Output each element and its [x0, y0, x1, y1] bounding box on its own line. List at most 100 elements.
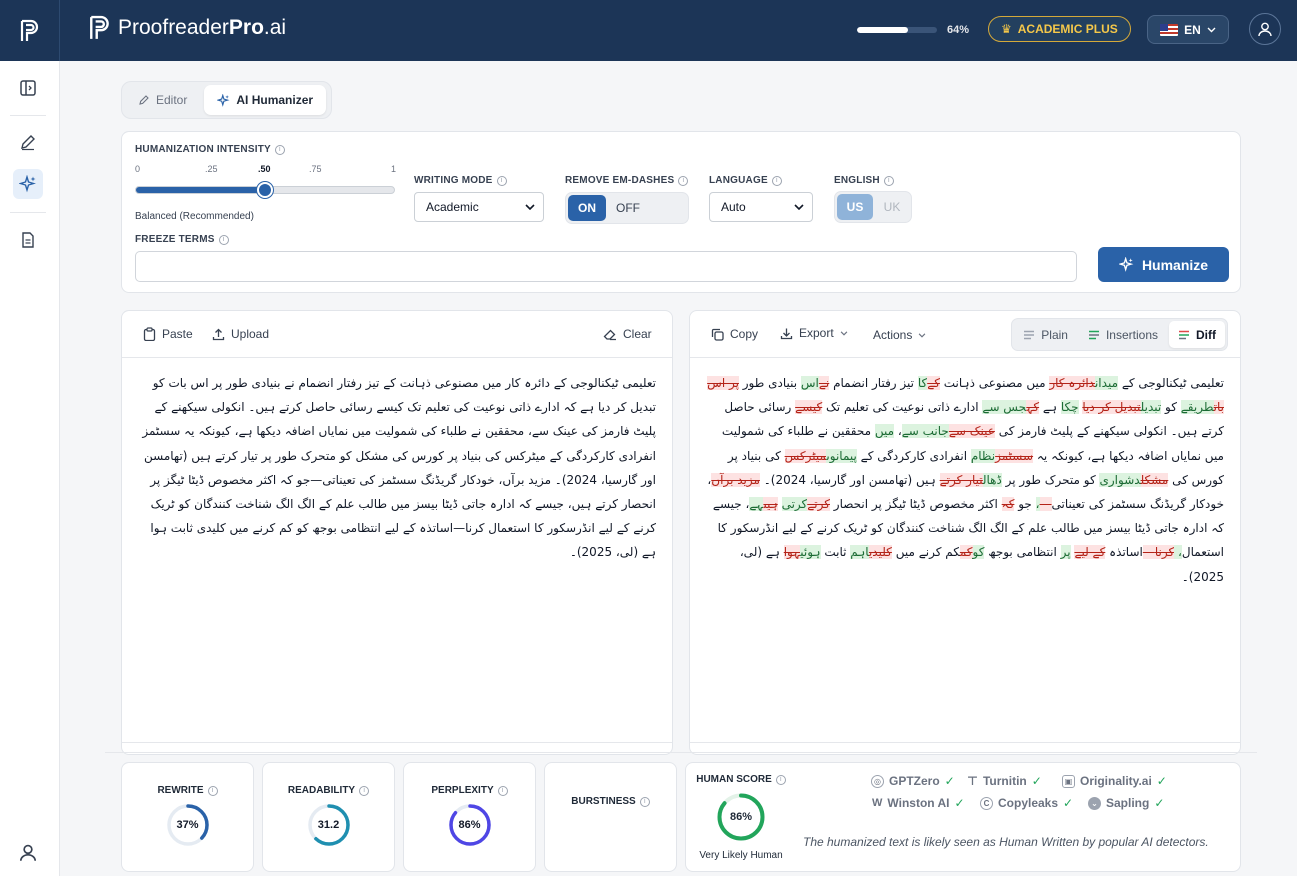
intensity-slider[interactable]	[135, 182, 395, 198]
diff-unchanged: ثابت	[820, 545, 851, 560]
info-icon[interactable]: i	[497, 785, 508, 796]
user-icon	[19, 844, 37, 861]
info-icon[interactable]: i	[274, 144, 285, 155]
freeze-terms-input[interactable]	[135, 251, 1077, 282]
export-label: Export	[799, 326, 834, 340]
account-button[interactable]	[1249, 13, 1281, 45]
diff-insertion: پر	[1060, 545, 1071, 560]
diff-deletion: مزید برآں	[711, 472, 760, 487]
actions-button[interactable]: Actions	[873, 328, 926, 342]
humanize-button[interactable]: Humanize	[1098, 247, 1229, 282]
diff-insertion: کا	[917, 376, 928, 390]
rail-profile-button[interactable]	[13, 838, 43, 868]
mode-tabs: Editor AI Humanizer	[121, 81, 332, 119]
tab-editor[interactable]: Editor	[125, 85, 200, 115]
toggle-sidebar-button[interactable]	[13, 73, 43, 103]
rail-divider	[10, 212, 46, 213]
paste-button[interactable]: Paste	[143, 327, 193, 341]
upload-icon	[212, 328, 225, 340]
tab-label: AI Humanizer	[236, 93, 314, 107]
diff-lines-icon	[1179, 330, 1189, 339]
em-dash-off[interactable]: OFF	[608, 195, 648, 221]
writing-mode-select[interactable]: Academic	[414, 192, 544, 222]
input-text[interactable]: تعلیمی ٹیکنالوجی کے دائرہ کار میں مصنوعی…	[122, 359, 672, 744]
output-diff-text[interactable]: تعلیمی ٹیکنالوجی کے میداندائرہ کار میں م…	[690, 359, 1240, 744]
diff-unchanged: کم کرنے میں	[891, 545, 960, 560]
rail-documents-button[interactable]	[13, 225, 43, 255]
diff-insertion: جس سے	[982, 400, 1027, 415]
tab-label: Editor	[156, 93, 188, 107]
em-dash-toggle[interactable]: ON OFF	[565, 192, 689, 224]
rail-humanizer-button[interactable]	[13, 169, 43, 199]
diff-deletion: —	[1039, 497, 1052, 512]
diff-unchanged: جو	[1014, 497, 1036, 512]
brand-logo[interactable]: ProofreaderPro.ai	[88, 14, 286, 42]
diff-insertion: ہے	[749, 497, 764, 512]
rewrite-value: 37%	[176, 819, 199, 831]
intensity-label: HUMANIZATION INTENSITY i	[135, 144, 285, 155]
plan-badge[interactable]: ♛ ACADEMIC PLUS	[988, 16, 1131, 42]
info-icon[interactable]: i	[207, 785, 218, 796]
human-score-value: 86%	[729, 811, 753, 823]
metric-title: PERPLEXITY i	[404, 785, 535, 796]
diff-insertion: ،	[1174, 545, 1182, 560]
diff-insertion: کو	[972, 545, 985, 560]
upload-button[interactable]: Upload	[212, 327, 269, 341]
info-icon[interactable]: i	[678, 175, 689, 186]
info-icon[interactable]: i	[883, 175, 894, 186]
detector-winston: W Winston AI ✓	[872, 796, 965, 810]
copy-button[interactable]: Copy	[711, 327, 758, 341]
usage-meter: 64%	[857, 24, 969, 36]
humanizer-settings: HUMANIZATION INTENSITY i 0 .25 .50 .75 1 …	[121, 131, 1241, 293]
view-diff-button[interactable]: Diff	[1169, 321, 1225, 348]
tab-ai-humanizer[interactable]: AI Humanizer	[204, 85, 327, 115]
input-toolbar: Paste Upload Clear	[122, 311, 672, 358]
diff-insertion: میں	[874, 424, 895, 439]
info-icon[interactable]: i	[218, 234, 229, 245]
view-insertions-label: Insertions	[1105, 327, 1158, 342]
diff-deletion: سسٹمز	[995, 448, 1034, 463]
view-plain-label: Plain	[1041, 327, 1068, 342]
view-plain-button[interactable]: Plain	[1014, 321, 1077, 348]
usage-progress-bar	[857, 27, 937, 33]
rail-editor-button[interactable]	[13, 127, 43, 157]
info-icon[interactable]: i	[496, 175, 507, 186]
rail-logo[interactable]	[0, 0, 60, 61]
copyleaks-icon: C	[980, 796, 993, 810]
diff-deletion: کے	[927, 376, 940, 390]
turnitin-icon: ⊤	[967, 774, 978, 788]
english-uk-button[interactable]: UK	[875, 194, 909, 220]
human-score-ring: 86%	[716, 792, 766, 842]
diff-deletion: ہوا	[783, 545, 801, 560]
info-icon[interactable]: i	[639, 796, 650, 807]
readability-ring: 31.2	[307, 803, 351, 847]
clear-button[interactable]: Clear	[603, 327, 652, 341]
output-panel: Copy Export Actions Plain Insertions Dif…	[689, 310, 1241, 755]
diff-unchanged: اساتذہ	[1105, 545, 1143, 560]
diff-deletion: —	[1142, 545, 1155, 560]
readability-metric: READABILITY i 31.2	[262, 762, 395, 872]
export-button[interactable]: Export	[780, 326, 848, 340]
diff-unchanged: تعلیمی ٹیکنالوجی کے	[1118, 376, 1224, 390]
output-toolbar: Copy Export Actions Plain Insertions Dif…	[690, 311, 1240, 358]
intensity-ticks: 0 .25 .50 .75 1	[135, 164, 397, 176]
perplexity-value: 86%	[458, 819, 481, 831]
view-insertions-button[interactable]: Insertions	[1079, 321, 1167, 348]
diff-deletion: تیار کرتے	[939, 472, 983, 487]
english-us-button[interactable]: US	[837, 194, 873, 220]
sparkle-icon	[217, 93, 230, 107]
em-dash-on[interactable]: ON	[568, 195, 606, 221]
detector-copyleaks: C Copyleaks ✓	[980, 796, 1073, 810]
info-icon[interactable]: i	[775, 774, 786, 785]
diff-unchanged: انتظامی بوجھ	[984, 545, 1061, 560]
check-icon: ✓	[944, 774, 955, 788]
info-icon[interactable]: i	[359, 785, 370, 796]
info-icon[interactable]: i	[771, 175, 782, 186]
language-select[interactable]: Auto	[709, 192, 813, 222]
language-selector[interactable]: EN	[1147, 15, 1229, 44]
actions-label: Actions	[873, 328, 913, 342]
brand-mark-icon	[90, 15, 109, 39]
slider-thumb[interactable]	[257, 182, 273, 198]
detector-sapling: ⌄ Sapling ✓	[1088, 796, 1164, 810]
tick-label: 1	[391, 164, 397, 174]
